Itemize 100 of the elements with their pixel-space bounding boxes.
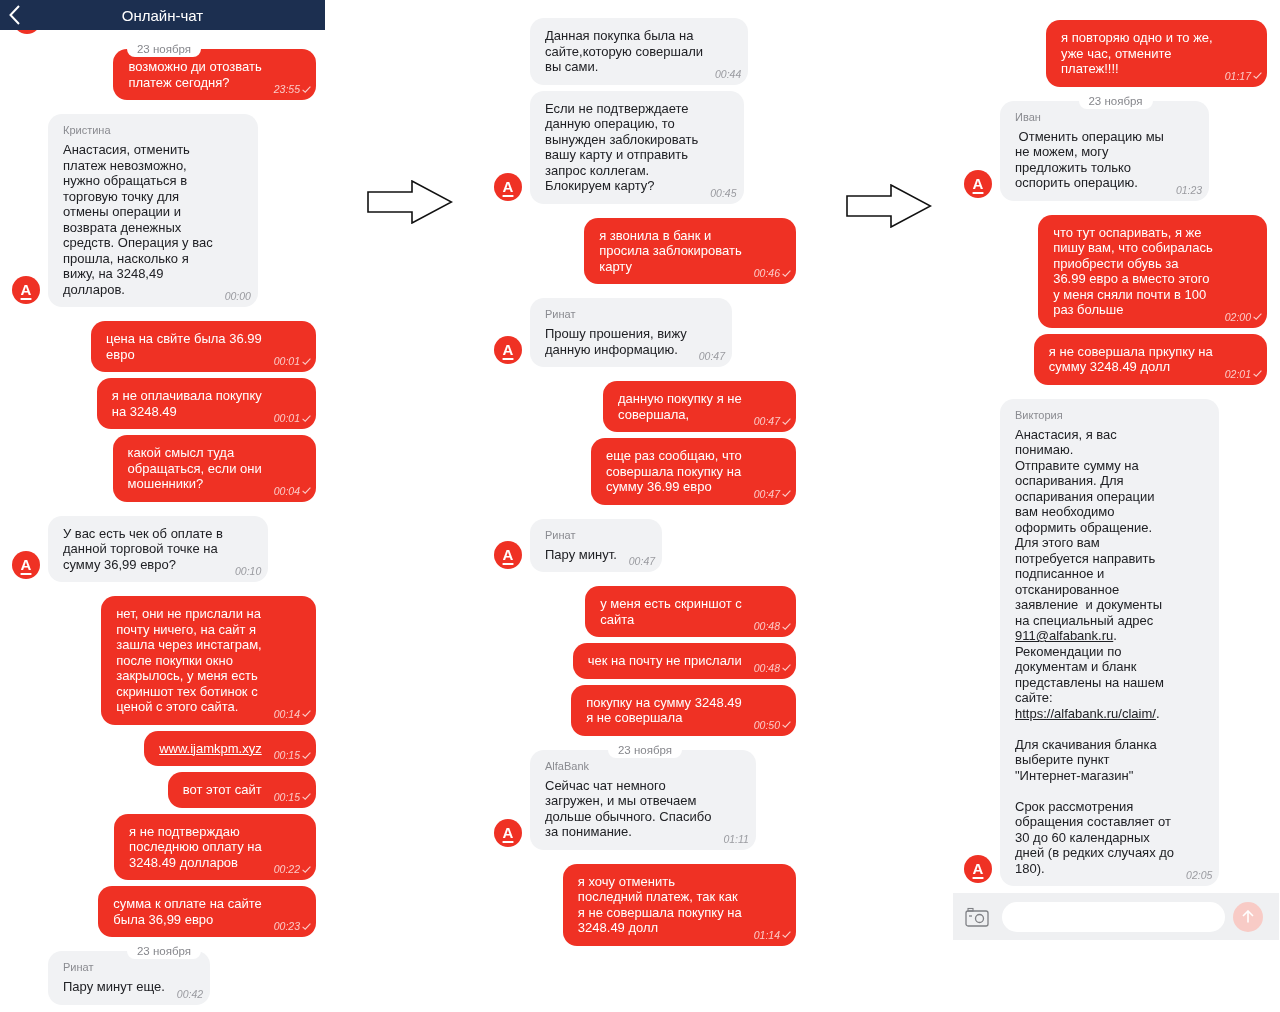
message-time: 00:14	[273, 707, 300, 720]
message-text: Сейчас чат немного загружен, и мы отвечаем дольше обычного. Спасибо за понимание.	[545, 777, 712, 840]
message-text: Если не подтверждаете данную операцию, то вынужден заблокировать вашу карту и отправить запрос коллегам. Блокируем карту?	[545, 100, 699, 194]
message-time: 00:23	[273, 920, 300, 932]
message-link[interactable]: www.ijamkpm.xyz	[159, 740, 262, 756]
avatar-logo: А	[12, 551, 40, 579]
message-text: Отменить операцию мы не можем, могу предложить только оспорить операцию.	[1015, 128, 1164, 191]
message-text: какой смысл туда обращаться, если они мошенники?	[127, 445, 262, 492]
message-time: 00:50	[753, 718, 780, 731]
message-time: 00:04	[273, 484, 300, 497]
message-link[interactable]: https://alfabank.ru/claim/	[1015, 705, 1156, 721]
message-time: 00:44	[715, 67, 742, 80]
message-time: 00:22	[273, 863, 300, 875]
message-time: 00:47	[698, 350, 725, 362]
message-time: 00:48	[753, 620, 780, 632]
check-icon	[302, 85, 311, 93]
message-text: данную покупку я не совершала,	[618, 391, 742, 422]
check-icon	[302, 751, 311, 759]
message-text: Пару минут еще.	[63, 979, 165, 995]
message-time: 23:55	[273, 83, 300, 95]
message-text: Прошу прошения, вижу данную информацию.	[545, 326, 687, 357]
check-icon	[782, 490, 791, 497]
check-icon	[782, 622, 791, 630]
check-icon	[302, 357, 311, 365]
avatar-logo: А	[964, 855, 992, 883]
message-time: 01:17	[1224, 69, 1251, 82]
avatar-logo: А	[494, 336, 522, 364]
message-time: 00:01	[273, 355, 300, 367]
date-label: 23 ноября	[127, 41, 201, 57]
author-name: Виктория	[1015, 408, 1064, 421]
message-text: я не оплачивала покупку на 3248.49	[111, 388, 262, 419]
back-icon[interactable]	[9, 5, 20, 25]
message-time: 02:01	[1224, 367, 1251, 380]
message-time: 00:15	[273, 749, 300, 761]
check-icon	[302, 710, 311, 717]
chat-title: Онлайн-чат	[120, 6, 205, 24]
author-name: Ринат	[545, 528, 577, 541]
message-text: цена на свйте была 36.99 евро	[106, 331, 262, 362]
message-text: я хочу отменить последний платеж, так как я не совершала покупку на 3248.49 долл	[577, 873, 742, 936]
avatar-logo: А	[12, 276, 40, 304]
message-text: сумма к оплате на сайте была 36,99 евро	[113, 896, 262, 927]
message-time: 01:23	[1175, 183, 1203, 196]
check-icon	[782, 721, 791, 728]
message-time: 00:47	[628, 555, 656, 567]
message-time: 01:14	[753, 928, 780, 941]
message-text: я звонила в банк и просила заблокировать карту	[599, 227, 742, 274]
author-name: AlfaBank	[545, 759, 591, 772]
check-icon	[1253, 313, 1262, 320]
check-icon	[302, 865, 311, 873]
message-text: что тут оспаривать, я же пишу вам, что собиралась приобрести обувь за 36.99 евро а вместо этого у меня сняли почти в 100 раз больше	[1053, 224, 1213, 318]
message-time: 00:10	[235, 565, 262, 577]
message-text: у меня есть скриншот с сайта	[600, 596, 742, 627]
message-text: чек на почту не прислали	[587, 653, 742, 669]
check-icon	[302, 487, 311, 494]
check-icon	[782, 417, 791, 425]
message-text: Анастасия, отменить платеж невозможно, нужно обращаться в торговую точку для отмены операции и возврата денежных средств. Операция у вас прошла, насколько я вижу, на 3248,49 долларов.	[63, 142, 213, 297]
message-time: 00:48	[753, 661, 780, 674]
message-time: 01:11	[723, 832, 749, 845]
message-time: 00:01	[273, 412, 300, 424]
message-text: я не совершала пркупку на сумму 3248.49 долл	[1048, 343, 1213, 375]
avatar-logo: А	[494, 818, 522, 847]
message-time: 00:45	[710, 186, 737, 199]
message-text: я повторяю одно и то же, уже час, отмените платеж!!!!	[1061, 30, 1213, 77]
message-text: У вас есть чек об оплате в данной торговой точке на сумму 36,99 евро?	[63, 525, 223, 572]
check-icon	[302, 793, 311, 800]
avatar-logo: А	[494, 172, 522, 201]
check-icon	[1253, 72, 1262, 79]
message-time: 00:00	[224, 290, 251, 302]
check-icon	[782, 664, 791, 671]
message-text: я не подтверждаю последнюю оплату на 3248.49 долларов	[129, 823, 262, 870]
camera-icon[interactable]	[965, 906, 989, 927]
avatar-logo	[17, 30, 37, 34]
message-time: 02:00	[1224, 310, 1251, 323]
message-time: 00:46	[753, 267, 780, 279]
check-icon	[782, 931, 791, 938]
message-text: покупку на сумму 3248.49 я не совершала	[586, 694, 742, 726]
message-time: 00:42	[176, 987, 204, 1000]
date-label: 23 ноября	[127, 943, 201, 959]
message-text: еще раз сообщаю, что совершала покупку на сумму 36.99 евро	[605, 448, 742, 495]
check-icon	[782, 269, 791, 277]
message-text: Анастасия, я вас понимаю. Отправите сумму на оспаривания. Для оспаривания операции вам необходимо оформить обращение. Для этого вам потребуется направить подписанное и отсканированное заявление и документы на специальный адрес 911@alfabank.ru. Рекомендации по документам и бланк представлены на нашем сайте: https://alfabank.ru/claim/. Для скачивания бланка выберите пункт "Интернет-магазин" Срок рассмотрения обращения составляет от 30 до 60 календарных дней (в редких случаях до 180).	[1015, 426, 1175, 876]
message-text: вот этот сайт	[182, 782, 262, 798]
message-text: Пару минут.	[545, 546, 617, 562]
message-text: Данная покупка была на сайте,которую совершали вы сами.	[545, 28, 703, 75]
message-text: нет, они не прислали на почту ничего, на сайт я зашла через инстаграм, после покупки окно закрылось, у меня есть скриншот тех ботинок с ценой с этого сайта.	[116, 606, 262, 715]
message-text: возможно ди отозвать платеж сегодня?	[128, 59, 262, 90]
author-name: Ринат	[63, 961, 95, 973]
check-icon	[302, 922, 311, 930]
author-name: Иван	[1015, 110, 1042, 123]
arrow-up-icon	[1242, 910, 1254, 923]
message-time: 00:47	[753, 415, 780, 427]
author-name: Кристина	[63, 124, 112, 136]
avatar-logo: А	[964, 169, 992, 198]
author-name: Ринат	[545, 308, 577, 320]
check-icon	[302, 414, 311, 422]
check-icon	[1253, 370, 1262, 377]
message-time: 00:47	[753, 487, 780, 500]
avatar-logo: А	[494, 541, 522, 569]
message-time: 00:15	[273, 790, 300, 803]
message-time: 02:05	[1186, 869, 1213, 881]
